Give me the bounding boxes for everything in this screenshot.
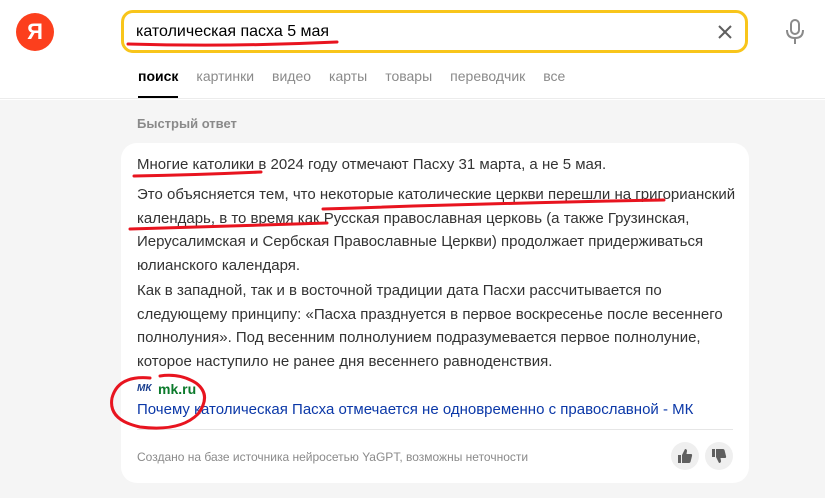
thumbs-up-icon — [678, 449, 693, 463]
divider — [137, 429, 733, 430]
tab-video[interactable]: видео — [272, 68, 311, 98]
answer-paragraph-1: Многие католики в 2024 году отмечают Пас… — [137, 156, 607, 173]
microphone-icon[interactable] — [784, 18, 806, 46]
tab-translator[interactable]: переводчик — [450, 68, 525, 98]
tab-products[interactable]: товары — [385, 68, 432, 98]
like-button[interactable] — [671, 442, 699, 470]
source-domain[interactable]: mk.ru — [158, 381, 196, 397]
thumbs-down-icon — [712, 449, 727, 463]
tab-images[interactable]: картинки — [196, 68, 254, 98]
header: Я поиск картинки видео карты товары пере… — [0, 0, 825, 99]
clear-icon[interactable] — [715, 22, 735, 42]
tab-maps[interactable]: карты — [329, 68, 367, 98]
tab-search[interactable]: поиск — [138, 68, 179, 98]
search-box[interactable] — [121, 10, 748, 53]
answer-paragraph-2: Это объясняется тем, что некоторые катол… — [137, 186, 736, 274]
yandex-logo[interactable]: Я — [16, 13, 54, 51]
quick-answer-card: Многие католики в 2024 году отмечают Пас… — [121, 143, 749, 483]
source-link[interactable]: Почему католическая Пасха отмечается не … — [137, 401, 693, 418]
tab-all[interactable]: все — [543, 68, 565, 98]
source-line[interactable]: МК mk.ru — [137, 381, 196, 397]
answer-paragraph-3: Как в западной, так и в восточной традиц… — [137, 282, 723, 370]
quick-answer-label: Быстрый ответ — [137, 116, 237, 131]
ai-disclaimer: Создано на базе источника нейросетью YaG… — [137, 450, 529, 464]
search-input[interactable] — [136, 19, 696, 44]
dislike-button[interactable] — [705, 442, 733, 470]
search-tabs: поиск картинки видео карты товары перево… — [138, 68, 583, 98]
mk-favicon-icon: МК — [137, 383, 152, 394]
